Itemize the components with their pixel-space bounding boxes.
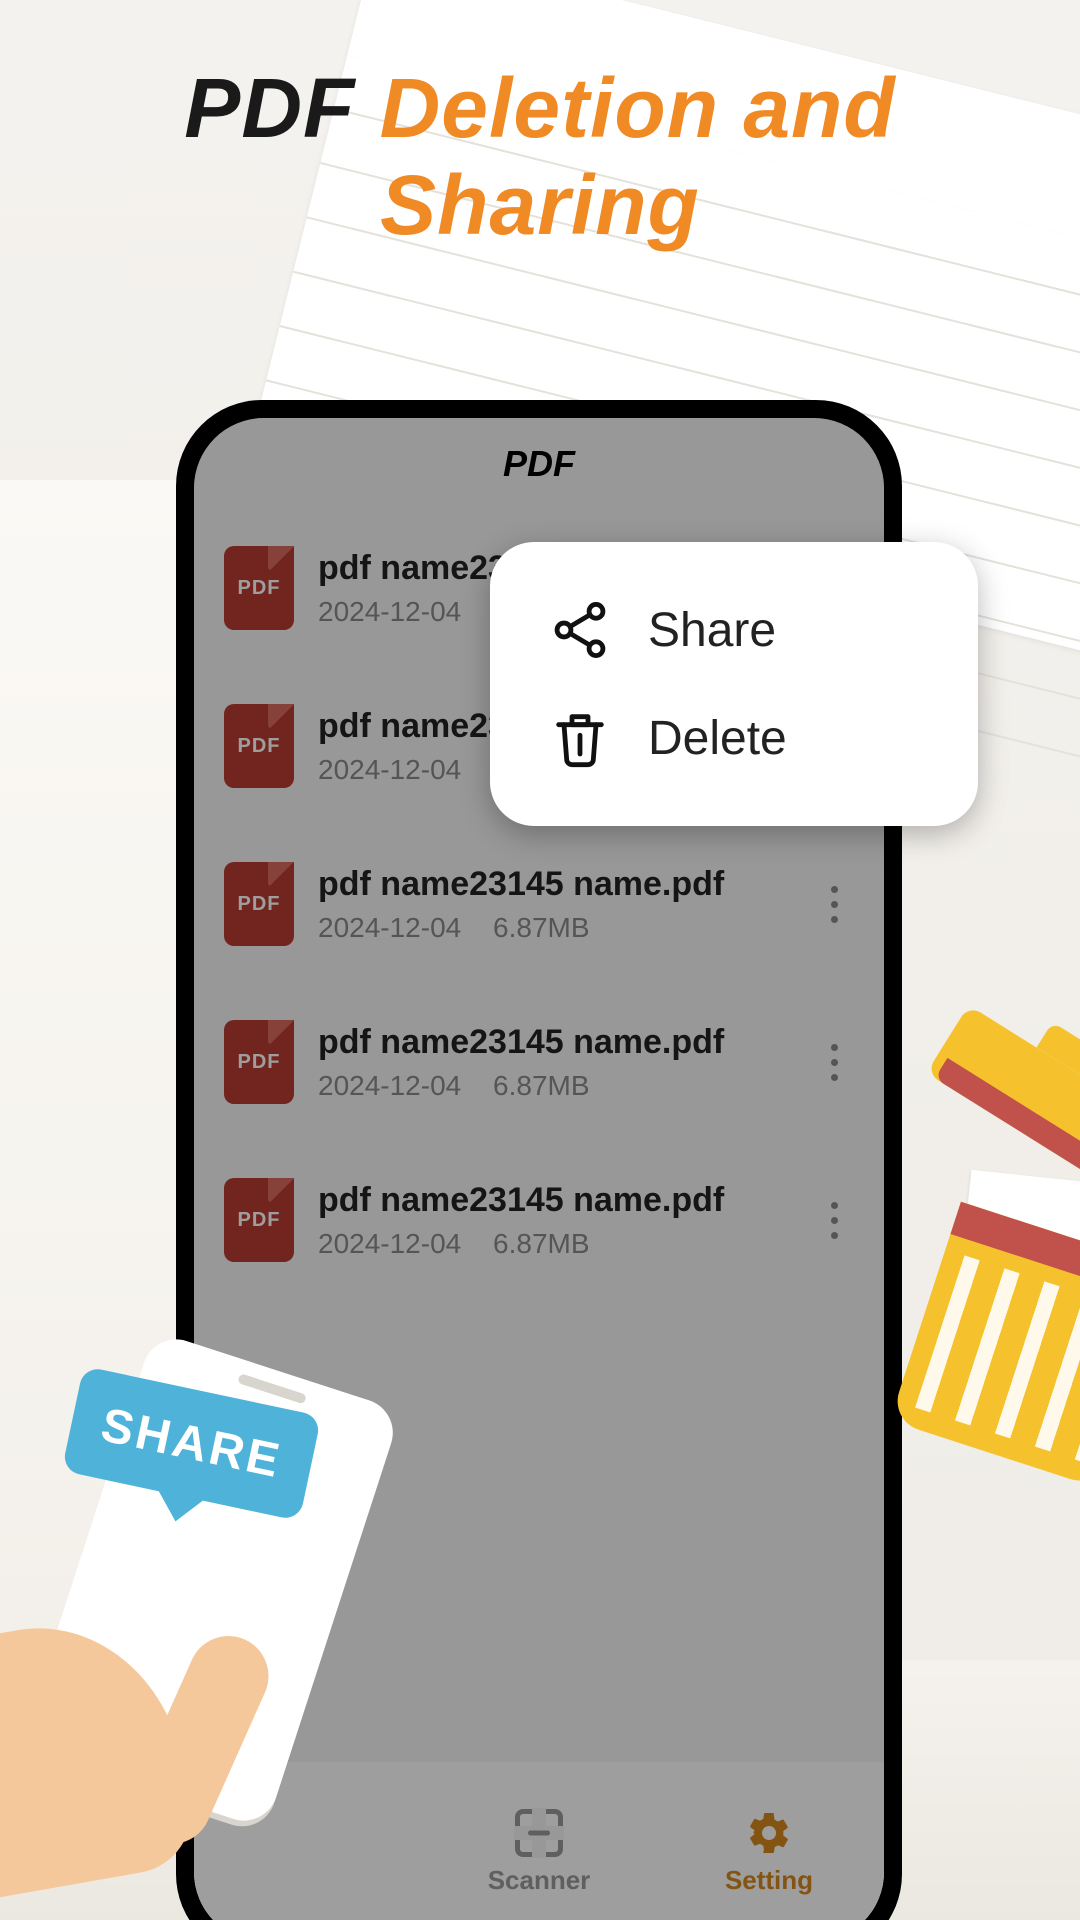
hero-highlight-line1: Deletion and <box>380 61 896 155</box>
file-date: 2024-12-04 <box>318 912 461 943</box>
gear-icon <box>745 1809 793 1857</box>
hero-title: PDF Deletion and Sharing <box>0 60 1080 253</box>
file-date: 2024-12-04 <box>318 1228 461 1259</box>
decor-hand-phone: SHARE <box>0 1330 420 1890</box>
file-size: 6.87MB <box>493 912 590 943</box>
nav-scanner-label: Scanner <box>488 1865 591 1896</box>
pdf-file-icon: PDF <box>224 1020 294 1104</box>
file-date: 2024-12-04 <box>318 596 461 627</box>
trash-icon <box>548 706 612 770</box>
file-row[interactable]: PDF pdf name23145 name.pdf 2024-12-04 6.… <box>194 826 884 984</box>
nav-setting-label: Setting <box>725 1865 813 1896</box>
context-menu-share-label: Share <box>648 603 776 658</box>
more-options-button[interactable] <box>814 874 854 934</box>
file-meta: 2024-12-04 6.87MB <box>318 912 790 944</box>
context-menu-delete[interactable]: Delete <box>500 684 968 792</box>
file-meta: 2024-12-04 6.87MB <box>318 1228 790 1260</box>
pdf-file-icon: PDF <box>224 546 294 630</box>
pdf-file-icon: PDF <box>224 862 294 946</box>
decor-trash-can <box>840 1060 1080 1480</box>
file-row-text: pdf name23145 name.pdf 2024-12-04 6.87MB <box>318 1023 790 1102</box>
context-menu-delete-label: Delete <box>648 711 787 766</box>
file-size: 6.87MB <box>493 1070 590 1101</box>
file-name: pdf name23145 name.pdf <box>318 1023 790 1062</box>
file-row-text: pdf name23145 name.pdf 2024-12-04 6.87MB <box>318 1181 790 1260</box>
nav-scanner[interactable]: Scanner <box>424 1762 654 1920</box>
file-date: 2024-12-04 <box>318 754 461 785</box>
context-menu: Share Delete <box>490 542 978 826</box>
hero-prefix: PDF <box>184 61 379 155</box>
app-header: PDF <box>194 418 884 510</box>
hero-highlight-line2: Sharing <box>380 158 700 252</box>
file-row-text: pdf name23145 name.pdf 2024-12-04 6.87MB <box>318 865 790 944</box>
file-name: pdf name23145 name.pdf <box>318 1181 790 1220</box>
share-icon <box>548 598 612 662</box>
pdf-file-icon: PDF <box>224 1178 294 1262</box>
file-name: pdf name23145 name.pdf <box>318 865 790 904</box>
pdf-file-icon: PDF <box>224 704 294 788</box>
scanner-icon <box>515 1809 563 1857</box>
file-size: 6.87MB <box>493 1228 590 1259</box>
file-meta: 2024-12-04 6.87MB <box>318 1070 790 1102</box>
app-header-title: PDF <box>503 443 575 485</box>
context-menu-share[interactable]: Share <box>500 576 968 684</box>
file-date: 2024-12-04 <box>318 1070 461 1101</box>
file-row[interactable]: PDF pdf name23145 name.pdf 2024-12-04 6.… <box>194 984 884 1142</box>
file-row[interactable]: PDF pdf name23145 name.pdf 2024-12-04 6.… <box>194 1142 884 1300</box>
nav-setting[interactable]: Setting <box>654 1762 884 1920</box>
